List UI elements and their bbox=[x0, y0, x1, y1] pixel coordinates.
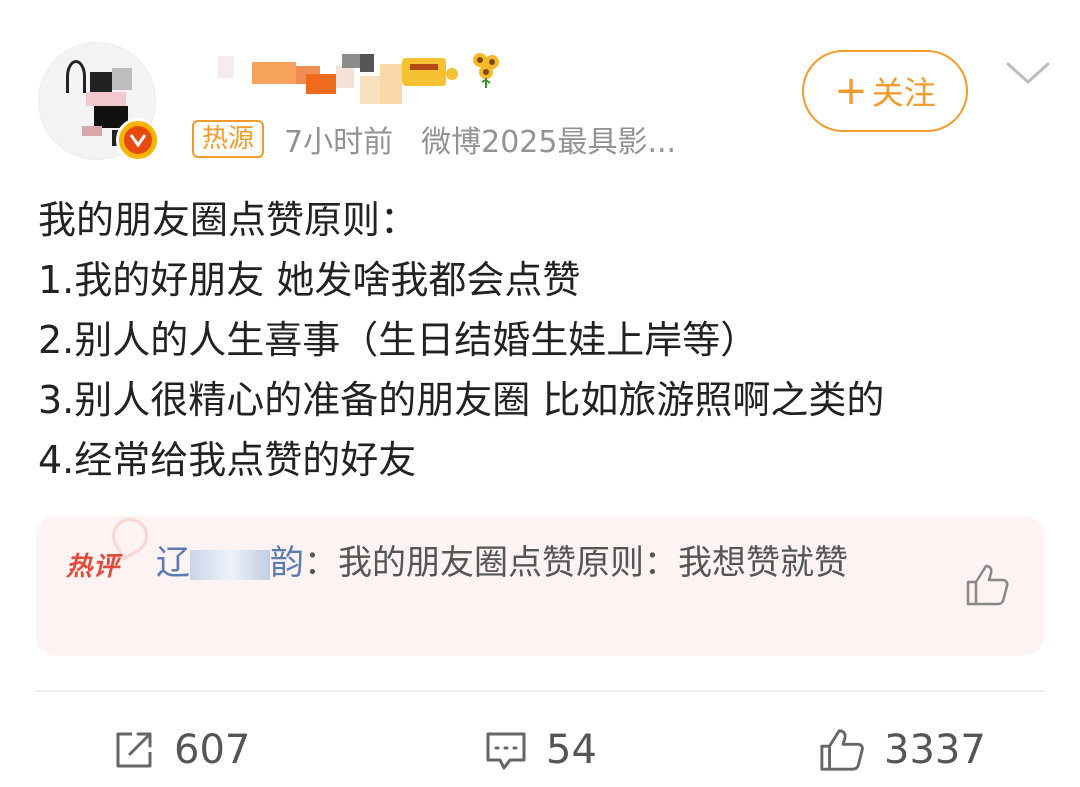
hot-source-tag[interactable]: 热源 bbox=[192, 120, 265, 158]
comment-icon bbox=[486, 732, 526, 770]
verified-v-icon bbox=[116, 118, 160, 162]
chevron-down-icon[interactable] bbox=[1004, 58, 1052, 88]
follow-label: 关注 bbox=[871, 74, 936, 112]
username[interactable] bbox=[214, 48, 514, 104]
hot-comment-logo: 热评 bbox=[66, 552, 121, 582]
hot-comment-text: 辽韵：我的朋友圈点赞原则：我想赞就赞 bbox=[156, 543, 848, 583]
like-count: 3337 bbox=[884, 727, 986, 773]
post-line: 2.别人的人生喜事（生日结婚生娃上岸等） bbox=[38, 318, 759, 362]
post-meta: 热源 7小时前 微博2025最具影... bbox=[192, 118, 676, 160]
comment-button[interactable]: 54 bbox=[484, 722, 597, 778]
share-button[interactable]: 607 bbox=[112, 722, 250, 778]
hot-comment-author[interactable]: 辽韵 bbox=[156, 543, 304, 583]
post-line: 4.经常给我点赞的好友 bbox=[38, 438, 417, 482]
thumbs-up-icon[interactable] bbox=[962, 560, 1012, 610]
post-body[interactable]: 我的朋友圈点赞原则： 1.我的好朋友 她发啥我都会点赞 2.别人的人生喜事（生日… bbox=[38, 190, 1058, 490]
post-time: 7小时前 bbox=[284, 125, 394, 160]
sunflower-icon bbox=[470, 50, 502, 88]
like-button[interactable]: 3337 bbox=[818, 722, 986, 778]
source-description[interactable]: 微博2025最具影... bbox=[421, 117, 676, 161]
hot-comment[interactable]: 热评 辽韵：我的朋友圈点赞原则：我想赞就赞 bbox=[36, 511, 1044, 656]
divider bbox=[36, 690, 1044, 692]
post-line: 我的朋友圈点赞原则： bbox=[38, 198, 419, 242]
follow-button[interactable]: + 关注 bbox=[802, 50, 968, 132]
share-icon bbox=[116, 732, 152, 768]
post-line: 1.我的好朋友 她发啥我都会点赞 bbox=[38, 258, 581, 302]
hot-comment-content: 我的朋友圈点赞原则：我想赞就赞 bbox=[338, 543, 848, 583]
post-line: 3.别人很精心的准备的朋友圈 比如旅游照啊之类的 bbox=[38, 378, 885, 422]
obscured-name bbox=[190, 549, 270, 580]
share-count: 607 bbox=[174, 727, 251, 773]
comment-count: 54 bbox=[546, 727, 597, 773]
thumbs-up-icon bbox=[820, 729, 864, 771]
plus-icon: + bbox=[834, 68, 868, 114]
